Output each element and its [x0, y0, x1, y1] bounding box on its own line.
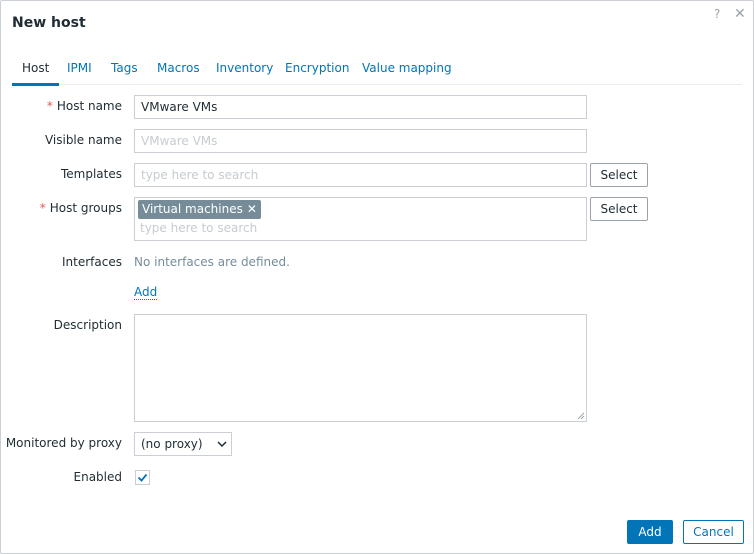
chip-remove-icon[interactable]: ✕ [247, 202, 257, 216]
host-groups-multiselect[interactable]: Virtual machines ✕ type here to search [134, 197, 587, 241]
add-button[interactable]: Add [627, 520, 673, 544]
host-groups-label-text: Host groups [49, 201, 122, 215]
tab-encryption[interactable]: Encryption [285, 61, 349, 85]
proxy-selected-value: (no proxy) [141, 437, 203, 451]
interfaces-label: Interfaces [62, 255, 122, 269]
tab-tags[interactable]: Tags [111, 61, 138, 85]
required-marker: * [39, 201, 46, 215]
enabled-checkbox[interactable] [135, 470, 150, 485]
host-name-label-text: Host name [56, 99, 122, 113]
tab-inventory[interactable]: Inventory [216, 61, 273, 85]
proxy-select[interactable]: (no proxy) [134, 432, 232, 456]
chevron-down-icon [217, 441, 227, 448]
dialog-title: New host [12, 15, 86, 31]
new-host-dialog: New host ? ✕ Host IPMI Tags Macros Inven… [0, 0, 754, 554]
resize-handle-icon[interactable] [577, 412, 585, 420]
check-icon [137, 473, 148, 482]
description-label: Description [53, 318, 122, 332]
host-name-input[interactable]: VMware VMs [134, 95, 587, 119]
cancel-button[interactable]: Cancel [683, 520, 744, 544]
templates-label: Templates [60, 167, 122, 181]
host-groups-select-button[interactable]: Select [590, 197, 648, 221]
close-icon[interactable]: ✕ [734, 6, 746, 22]
visible-name-placeholder: VMware VMs [141, 134, 218, 148]
templates-select-button[interactable]: Select [590, 163, 648, 187]
host-groups-placeholder: type here to search [140, 221, 258, 235]
description-textarea[interactable] [134, 314, 587, 422]
help-icon[interactable]: ? [714, 7, 720, 21]
enabled-label: Enabled [73, 470, 123, 484]
visible-name-input[interactable]: VMware VMs [134, 129, 587, 153]
chip-label: Virtual machines [142, 202, 243, 216]
interfaces-empty-text: No interfaces are defined. [134, 255, 290, 269]
tab-bar: Host IPMI Tags Macros Inventory Encrypti… [11, 55, 742, 86]
templates-input[interactable]: type here to search [134, 163, 587, 187]
tab-host[interactable]: Host [11, 61, 60, 86]
templates-placeholder: type here to search [141, 168, 259, 182]
tab-value-mapping[interactable]: Value mapping [362, 61, 452, 85]
add-interface-link[interactable]: Add [134, 285, 158, 300]
proxy-label: Monitored by proxy [5, 436, 122, 450]
tab-ipmi[interactable]: IPMI [67, 61, 92, 85]
visible-name-label: Visible name [44, 133, 122, 147]
host-groups-label: * Host groups [40, 201, 122, 215]
tab-macros[interactable]: Macros [157, 61, 200, 85]
host-name-label: * Host name [47, 99, 122, 113]
required-marker: * [46, 99, 53, 113]
host-name-value: VMware VMs [141, 100, 218, 114]
